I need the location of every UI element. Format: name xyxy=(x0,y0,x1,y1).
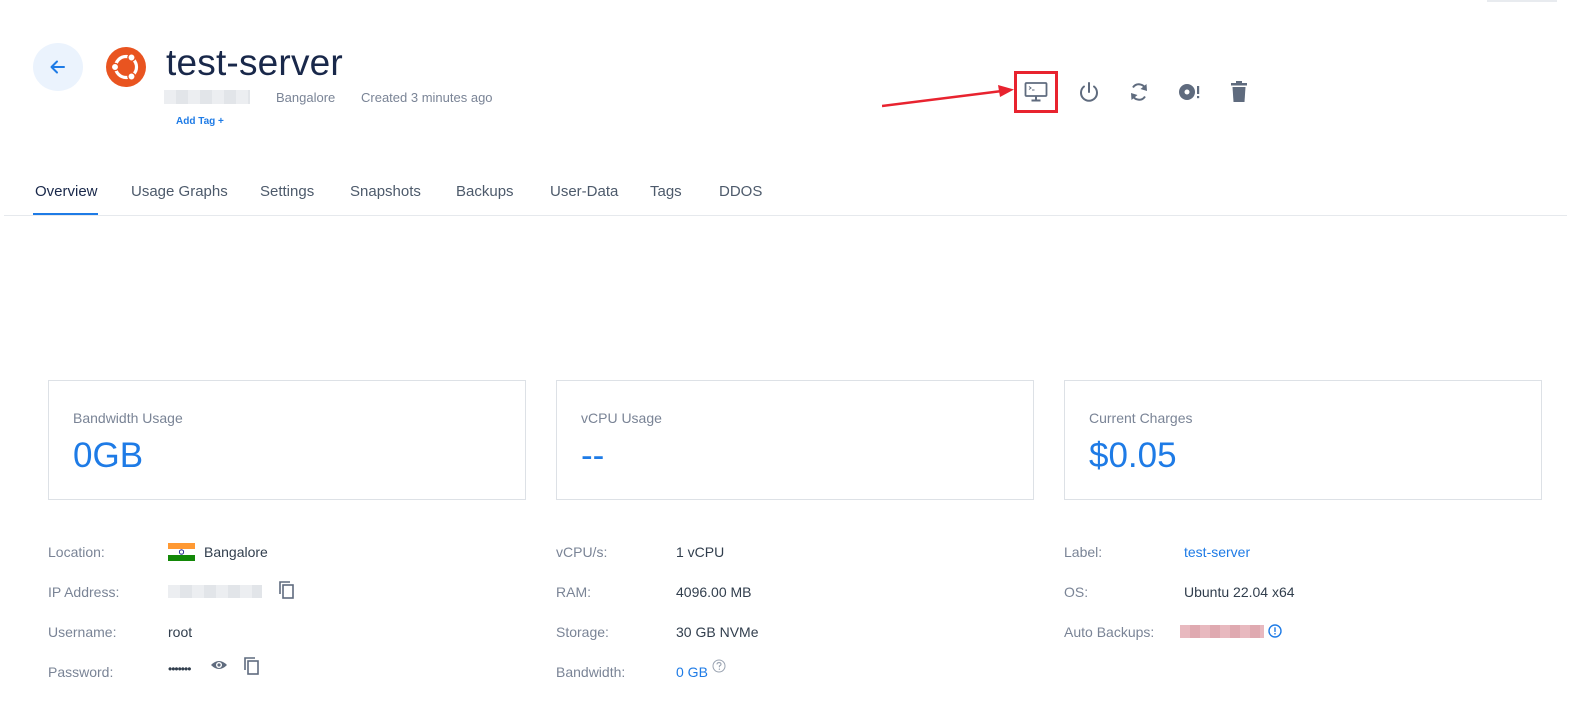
ubuntu-logo-icon xyxy=(106,47,146,87)
disc-alert-icon xyxy=(1179,84,1200,100)
tab-settings[interactable]: Settings xyxy=(260,183,314,200)
tab-backups[interactable]: Backups xyxy=(456,183,514,200)
password-label: Password: xyxy=(48,664,114,680)
password-value: ••••••• xyxy=(168,662,191,676)
show-password-icon[interactable] xyxy=(210,658,228,672)
tab-tags[interactable]: Tags xyxy=(650,183,682,200)
restart-icon xyxy=(1131,83,1147,101)
ram-value: 4096.00 MB xyxy=(676,584,752,600)
reinstall-button[interactable] xyxy=(1167,71,1211,113)
current-charges-card: Current Charges $0.05 xyxy=(1064,380,1542,500)
location-value: Bangalore xyxy=(204,544,268,560)
username-value: root xyxy=(168,624,193,640)
server-detail-page: test-server Bangalore Created 3 minutes … xyxy=(4,0,1567,727)
card-label: Current Charges xyxy=(1089,410,1193,426)
location-label: Location: xyxy=(48,544,105,560)
storage-value: 30 GB NVMe xyxy=(676,624,759,640)
power-button[interactable] xyxy=(1067,71,1111,113)
back-button[interactable] xyxy=(33,43,83,91)
card-label: Bandwidth Usage xyxy=(73,410,183,426)
label-label: Label: xyxy=(1064,544,1103,560)
header-location: Bangalore xyxy=(276,90,336,105)
info-icon[interactable] xyxy=(1268,624,1282,638)
storage-label: Storage: xyxy=(556,624,609,640)
vcpu-label: vCPU/s: xyxy=(556,544,608,560)
auto-backups-label: Auto Backups: xyxy=(1064,624,1155,640)
power-icon xyxy=(1080,82,1098,102)
redacted-backups-status xyxy=(1180,625,1264,638)
trash-icon xyxy=(1231,81,1247,102)
redacted-ip-address xyxy=(168,585,262,598)
ram-label: RAM: xyxy=(556,584,591,600)
vcpu-value: 1 vCPU xyxy=(676,544,725,560)
page-title: test-server xyxy=(166,42,343,83)
tab-bar: Overview Usage Graphs Settings Snapshots… xyxy=(4,172,1567,216)
card-value: -- xyxy=(581,436,605,475)
copy-ip-icon[interactable] xyxy=(277,580,295,600)
restart-button[interactable] xyxy=(1117,71,1161,113)
bandwidth-usage-card: Bandwidth Usage 0GB xyxy=(48,380,526,500)
destroy-button[interactable] xyxy=(1217,71,1261,113)
label-value-link[interactable]: test-server xyxy=(1184,544,1250,560)
monitor-console-icon xyxy=(1024,82,1048,102)
bandwidth-value-link[interactable]: 0 GB xyxy=(676,664,708,680)
india-flag-icon xyxy=(168,543,195,561)
header-created: Created 3 minutes ago xyxy=(361,90,493,105)
card-value: 0GB xyxy=(73,436,144,475)
console-button[interactable] xyxy=(1014,71,1058,113)
help-icon[interactable] xyxy=(712,659,726,673)
os-label: OS: xyxy=(1064,584,1089,600)
copy-password-icon[interactable] xyxy=(242,656,260,676)
card-label: vCPU Usage xyxy=(581,410,662,426)
arrow-left-icon xyxy=(50,60,65,74)
tab-ddos[interactable]: DDOS xyxy=(719,183,762,200)
ip-address-label: IP Address: xyxy=(48,584,120,600)
tab-user-data[interactable]: User-Data xyxy=(550,183,618,200)
tab-overview[interactable]: Overview xyxy=(35,183,98,200)
tab-usage-graphs[interactable]: Usage Graphs xyxy=(131,183,228,200)
vcpu-usage-card: vCPU Usage -- xyxy=(556,380,1034,500)
os-value: Ubuntu 22.04 x64 xyxy=(1184,584,1295,600)
card-value: $0.05 xyxy=(1089,436,1177,475)
add-tag-link[interactable]: Add Tag + xyxy=(176,116,224,127)
bandwidth-label: Bandwidth: xyxy=(556,664,626,680)
annotation-arrow-icon xyxy=(882,85,1014,108)
active-tab-indicator xyxy=(33,213,98,215)
username-label: Username: xyxy=(48,624,117,640)
tab-snapshots[interactable]: Snapshots xyxy=(350,183,421,200)
redacted-ip xyxy=(164,90,250,104)
top-corner-divider xyxy=(1487,0,1557,2)
